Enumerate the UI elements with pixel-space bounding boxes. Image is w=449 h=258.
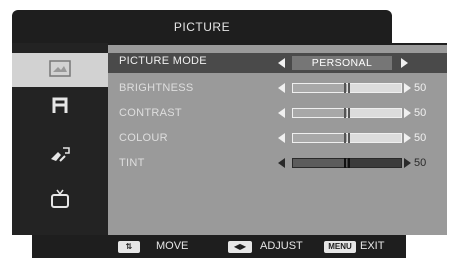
left-arrow-icon[interactable]: [278, 158, 285, 168]
tint-value: 50: [414, 157, 427, 169]
right-arrow-icon[interactable]: [404, 158, 411, 168]
sound-icon: [52, 97, 68, 113]
colour-row[interactable]: COLOUR 50: [108, 130, 447, 148]
right-arrow-icon[interactable]: [404, 108, 411, 118]
contrast-value: 50: [414, 107, 427, 119]
slider-knob[interactable]: [344, 133, 350, 143]
left-arrow-icon[interactable]: [278, 108, 285, 118]
category-sidebar: [12, 43, 108, 235]
slider-knob[interactable]: [344, 108, 350, 118]
left-arrow-icon[interactable]: [278, 83, 285, 93]
move-hint: MOVE: [156, 240, 189, 252]
slider-fill: [293, 159, 347, 167]
left-arrow-icon[interactable]: [278, 58, 285, 68]
slider-knob[interactable]: [344, 158, 350, 168]
footer-hints: ⇅ MOVE ◀▶ ADJUST MENU EXIT: [32, 235, 406, 258]
right-arrow-icon[interactable]: [401, 58, 408, 68]
adjust-key-icon: ◀▶: [228, 241, 252, 253]
colour-slider[interactable]: [292, 133, 402, 143]
menu-panel: PICTURE MODE PERSONAL BRIGHTNESS 50 CONT…: [12, 43, 447, 235]
sidebar-item-picture[interactable]: [12, 53, 108, 87]
picture-icon: [49, 60, 71, 77]
slider-fill: [293, 134, 347, 142]
brightness-label: BRIGHTNESS: [119, 82, 194, 94]
setup-icon: [51, 147, 70, 162]
left-arrow-icon[interactable]: [278, 133, 285, 143]
picture-mode-label: PICTURE MODE: [119, 55, 207, 67]
slider-knob[interactable]: [344, 83, 350, 93]
menu-key-icon: MENU: [324, 241, 356, 253]
contrast-slider[interactable]: [292, 108, 402, 118]
slider-fill: [293, 84, 347, 92]
tv-icon: [51, 189, 69, 208]
picture-mode-value: PERSONAL: [292, 56, 392, 70]
sidebar-item-tv[interactable]: [12, 183, 108, 217]
slider-fill: [293, 109, 347, 117]
adjust-hint: ADJUST: [260, 240, 303, 252]
move-key-icon: ⇅: [118, 241, 140, 253]
exit-hint: EXIT: [360, 240, 385, 252]
brightness-slider[interactable]: [292, 83, 402, 93]
menu-title-bar: PICTURE: [12, 10, 392, 43]
menu-title: PICTURE: [173, 19, 231, 34]
contrast-row[interactable]: CONTRAST 50: [108, 105, 447, 123]
picture-mode-row[interactable]: PICTURE MODE PERSONAL: [108, 53, 447, 73]
contrast-label: CONTRAST: [119, 107, 182, 119]
right-arrow-icon[interactable]: [404, 83, 411, 93]
colour-value: 50: [414, 132, 427, 144]
sidebar-item-sound[interactable]: [12, 89, 108, 123]
settings-list: PICTURE MODE PERSONAL BRIGHTNESS 50 CONT…: [108, 43, 447, 235]
right-arrow-icon[interactable]: [404, 133, 411, 143]
tint-slider[interactable]: [292, 158, 402, 168]
brightness-row[interactable]: BRIGHTNESS 50: [108, 80, 447, 98]
colour-label: COLOUR: [119, 132, 168, 144]
brightness-value: 50: [414, 82, 427, 94]
tint-row[interactable]: TINT 50: [108, 155, 447, 173]
sidebar-item-setup[interactable]: [12, 139, 108, 173]
tint-label: TINT: [119, 157, 145, 169]
